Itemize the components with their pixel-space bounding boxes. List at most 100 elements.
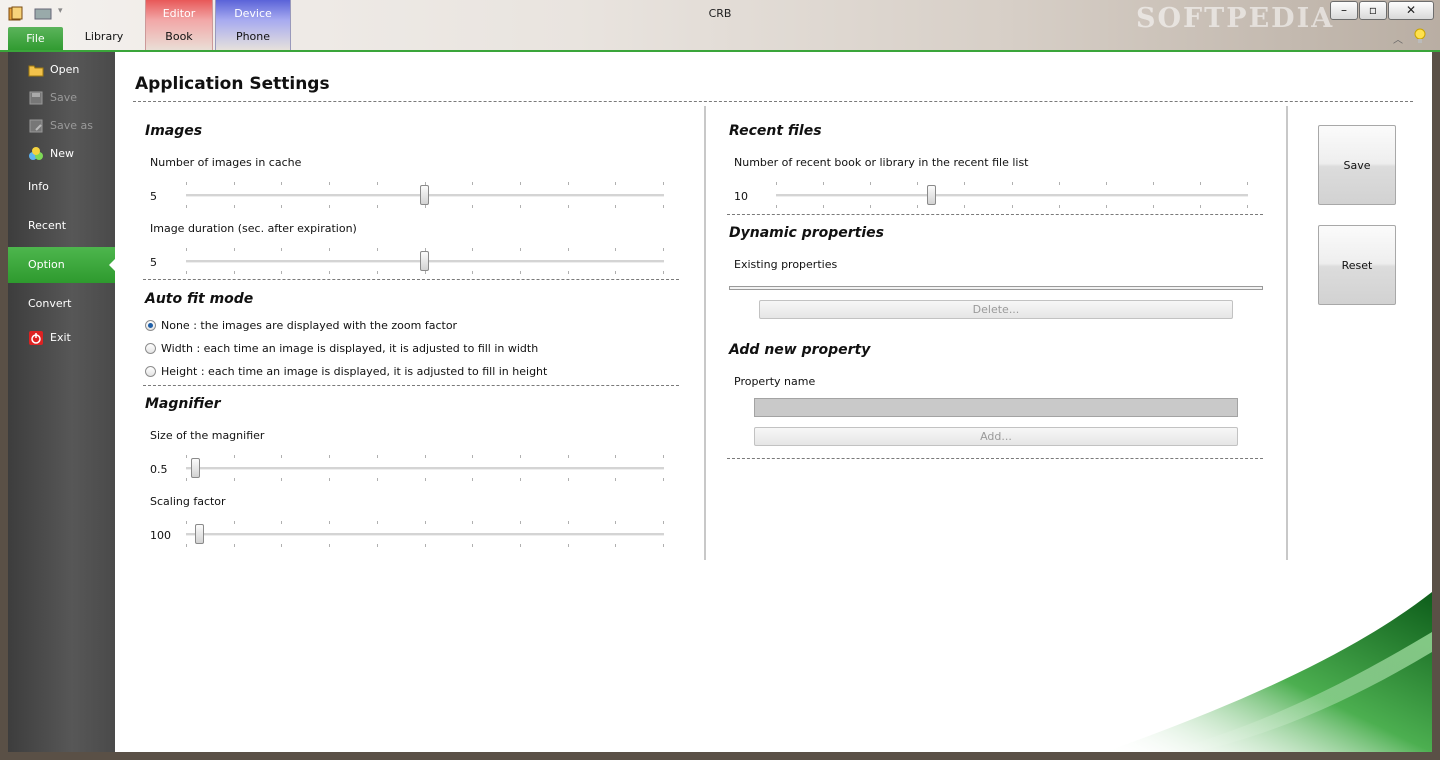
slider-tick (520, 544, 521, 547)
slider-tick (568, 478, 569, 481)
menu-label: New (50, 147, 74, 160)
slider-thumb[interactable] (420, 251, 429, 271)
slider-tick (234, 455, 235, 458)
menu-item-save[interactable]: Save (8, 86, 115, 110)
slider-tick (568, 205, 569, 208)
add-button[interactable]: Add... (754, 427, 1238, 446)
slider-tick (1012, 205, 1013, 208)
magnifier-size-value: 0.5 (150, 463, 168, 476)
menu-item-new[interactable]: New (8, 142, 115, 166)
slider-tick (377, 271, 378, 274)
slider-tick (1153, 205, 1154, 208)
recent-count-slider[interactable] (776, 182, 1248, 208)
menu-item-save-as[interactable]: Save as (8, 114, 115, 138)
window-controls: – ▫ ✕ (1330, 1, 1434, 20)
existing-properties-label: Existing properties (734, 258, 838, 271)
section-divider (727, 458, 1263, 459)
slider-tick (823, 205, 824, 208)
save-button-label: Save (1343, 159, 1371, 172)
scaling-slider[interactable] (186, 521, 664, 547)
slider-thumb[interactable] (195, 524, 204, 544)
property-name-input[interactable] (754, 398, 1238, 417)
backstage-menu: Open Save Save as New Info Recent Option… (8, 52, 116, 752)
tab-library[interactable]: Library (80, 30, 128, 43)
menu-label: Recent (28, 219, 67, 232)
slider-tick (964, 205, 965, 208)
slider-tick (281, 544, 282, 547)
slider-tick (1106, 205, 1107, 208)
slider-tick (520, 521, 521, 524)
slider-track (186, 533, 664, 536)
magnifier-size-slider[interactable] (186, 455, 664, 481)
slider-tick (964, 182, 965, 185)
slider-tick (663, 478, 664, 481)
context-label-device: Device (234, 7, 272, 20)
save-button[interactable]: Save (1318, 125, 1396, 205)
slider-tick (186, 205, 187, 208)
menu-label: Save (50, 91, 78, 104)
slider-thumb[interactable] (927, 185, 936, 205)
reset-button[interactable]: Reset (1318, 225, 1396, 305)
radio-indicator (145, 366, 156, 377)
slider-tick (281, 271, 282, 274)
slider-tick (615, 521, 616, 524)
existing-properties-list[interactable] (729, 286, 1263, 290)
menu-item-exit[interactable]: Exit (8, 326, 115, 350)
tab-book[interactable]: Book (146, 30, 212, 43)
maximize-button[interactable]: ▫ (1359, 1, 1387, 20)
settings-panel: Application Settings Images Number of im… (115, 52, 1432, 752)
slider-thumb[interactable] (420, 185, 429, 205)
slider-tick (377, 544, 378, 547)
menu-label: Info (28, 180, 49, 193)
lightbulb-icon[interactable] (1414, 28, 1426, 44)
slider-track (776, 194, 1248, 197)
menu-item-open[interactable]: Open (8, 58, 115, 82)
slider-tick (663, 455, 664, 458)
slider-tick (568, 271, 569, 274)
duration-slider[interactable] (186, 248, 664, 274)
menu-item-convert[interactable]: Convert (8, 292, 115, 316)
recent-count-label: Number of recent book or library in the … (734, 156, 1029, 169)
menu-label: Convert (28, 297, 72, 310)
slider-tick (425, 205, 426, 208)
slider-thumb[interactable] (191, 458, 200, 478)
cache-label: Number of images in cache (150, 156, 302, 169)
slider-tick (776, 182, 777, 185)
slider-tick (520, 205, 521, 208)
slider-tick (377, 521, 378, 524)
slider-tick (329, 205, 330, 208)
section-divider (143, 279, 679, 280)
slider-tick (234, 248, 235, 251)
delete-button[interactable]: Delete... (759, 300, 1233, 319)
slider-tick (520, 455, 521, 458)
slider-tick (663, 182, 664, 185)
tab-phone[interactable]: Phone (216, 30, 290, 43)
slider-tick (472, 544, 473, 547)
slider-tick (186, 271, 187, 274)
slider-tick (615, 182, 616, 185)
slider-tick (186, 182, 187, 185)
cache-slider[interactable] (186, 182, 664, 208)
slider-tick (870, 182, 871, 185)
slider-tick (234, 521, 235, 524)
slider-tick (917, 182, 918, 185)
slider-tick (281, 248, 282, 251)
slider-track (186, 467, 664, 470)
tab-file[interactable]: File (8, 27, 63, 51)
slider-tick (425, 478, 426, 481)
minimize-icon: – (1341, 3, 1347, 17)
scaling-value: 100 (150, 529, 171, 542)
collapse-ribbon-icon[interactable]: ︿ (1393, 31, 1403, 46)
slider-tick (1247, 205, 1248, 208)
close-button[interactable]: ✕ (1388, 1, 1434, 20)
context-label-editor: Editor (162, 7, 196, 20)
save-icon (29, 91, 43, 105)
menu-item-info[interactable]: Info (8, 175, 115, 199)
menu-item-option[interactable]: Option (8, 247, 116, 283)
slider-tick (615, 205, 616, 208)
minimize-button[interactable]: – (1330, 1, 1358, 20)
menu-item-recent[interactable]: Recent (8, 214, 115, 238)
slider-tick (663, 521, 664, 524)
slider-tick (281, 205, 282, 208)
slider-tick (425, 544, 426, 547)
